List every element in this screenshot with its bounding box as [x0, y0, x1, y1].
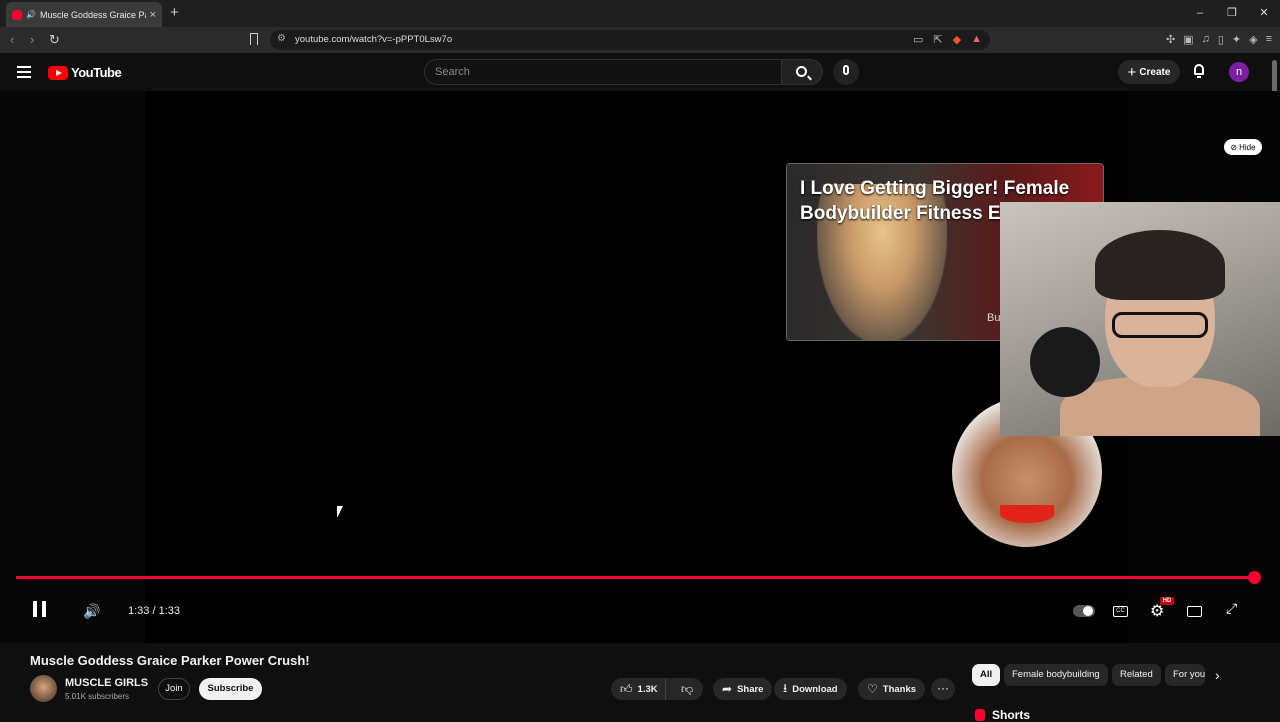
forward-icon[interactable]: › [30, 32, 34, 47]
leo-icon[interactable]: ✦ [1232, 33, 1241, 46]
progress-scrubber[interactable] [1248, 571, 1261, 584]
browser-tab-bar: 🔊 Muscle Goddess Graice Parker × + – ❐ ✕ [0, 0, 1280, 27]
account-avatar[interactable]: n [1229, 62, 1249, 82]
microphone-icon [843, 65, 849, 75]
thanks-icon: ♡ [867, 682, 878, 696]
chevron-right-icon[interactable]: › [1215, 667, 1220, 683]
channel-name[interactable]: MUSCLE GIRLS [65, 677, 148, 689]
chip-all[interactable]: All [972, 664, 1001, 686]
vpn-icon[interactable]: ◈ [1249, 33, 1257, 46]
endcard-corner-text: Bu [987, 312, 1001, 324]
progress-bar[interactable] [16, 576, 1254, 579]
close-tab-icon[interactable]: × [150, 9, 156, 21]
chip-female-bodybuilding[interactable]: Female bodybuilding [1004, 664, 1108, 686]
search-placeholder: Search [435, 66, 470, 78]
share-icon: ➦ [722, 682, 733, 696]
fullscreen-icon[interactable]: ⤢ [1226, 600, 1237, 618]
sidebar-icon[interactable]: ▯ [1218, 33, 1224, 46]
site-info-icon[interactable]: ⚙ [277, 33, 286, 44]
window-controls: – ❐ ✕ [1184, 0, 1280, 27]
subscriber-count: 5.01K subscribers [65, 692, 130, 701]
pause-button[interactable] [33, 601, 47, 617]
back-icon[interactable]: ‹ [10, 32, 14, 47]
youtube-play-icon [48, 65, 68, 80]
search-icon [796, 66, 807, 77]
hd-badge: HD [1160, 597, 1174, 605]
webcam-overlay [1000, 202, 1280, 436]
search-input[interactable]: Search [424, 59, 782, 85]
channel-avatar[interactable] [30, 675, 57, 702]
like-button[interactable]: 👍︎ 1.3K [611, 678, 667, 700]
youtube-favicon-icon [12, 9, 22, 20]
reload-icon[interactable]: ↻ [49, 32, 60, 48]
media-icon[interactable]: ♫ [1202, 33, 1210, 46]
tab-title: Muscle Goddess Graice Parker [39, 9, 146, 20]
shorts-icon [975, 709, 985, 721]
youtube-logo[interactable]: YouTube [48, 65, 122, 80]
download-button[interactable]: ⭳ Download [774, 678, 847, 700]
voice-search-button[interactable] [833, 59, 859, 85]
extensions-icon[interactable]: ✣ [1166, 33, 1175, 46]
chip-for-you[interactable]: For you [1165, 664, 1205, 686]
new-tab-button[interactable]: + [170, 4, 179, 21]
share-page-icon[interactable]: ⇱ [933, 33, 942, 46]
toolbar-icons: ✣ ▣ ♫ ▯ ✦ ◈ ≡ [1166, 33, 1272, 46]
subtitles-button[interactable]: CC [1113, 606, 1128, 617]
share-button[interactable]: ➦ Share [713, 678, 773, 700]
speaker-icon[interactable]: 🔊 [26, 10, 36, 19]
plus-icon: + [1127, 63, 1137, 81]
chip-related[interactable]: Related [1112, 664, 1161, 686]
thanks-button[interactable]: ♡ Thanks [858, 678, 926, 700]
video-title: Muscle Goddess Graice Parker Power Crush… [30, 653, 310, 668]
thumbs-up-icon: 👍︎ [620, 681, 633, 696]
download-icon: ⭳ [783, 680, 788, 695]
subscribe-button[interactable]: Subscribe [199, 678, 262, 700]
hide-endcards-button[interactable]: ⊘ Hide [1224, 139, 1262, 155]
eye-off-icon: ⊘ [1230, 142, 1238, 152]
create-button[interactable]: + Create [1118, 60, 1180, 84]
menu-icon[interactable]: ≡ [1266, 33, 1272, 46]
bookmark-icon[interactable] [250, 33, 258, 45]
hamburger-menu-icon[interactable] [17, 66, 31, 78]
thumbs-down-icon: 👎︎ [680, 681, 694, 696]
brave-rewards-icon[interactable]: ▲ [971, 33, 982, 46]
search-button[interactable] [781, 59, 823, 85]
restore-button[interactable]: ❐ [1216, 0, 1248, 27]
like-dislike-group: 👍︎ 1.3K 👎︎ [611, 678, 703, 700]
more-actions-button[interactable]: ··· [931, 678, 955, 700]
wallet-icon[interactable]: ▣ [1183, 33, 1193, 46]
miniplayer-button[interactable] [1187, 606, 1202, 617]
brave-shields-icon[interactable]: ◆ [953, 33, 961, 46]
youtube-header: YouTube Search + Create n [0, 53, 1280, 91]
autoplay-toggle[interactable] [1073, 605, 1095, 617]
mouse-cursor-icon [337, 506, 343, 518]
dislike-button[interactable]: 👎︎ [671, 682, 703, 697]
video-player[interactable]: ⊘ Hide I Love Getting Bigger! Female Bod… [0, 91, 1280, 643]
notifications-bell-icon[interactable] [1192, 63, 1206, 79]
browser-nav-bar: ‹ › ↻ ⚙ youtube.com/watch?v=-pPPT0Lsw7o … [0, 27, 1280, 53]
close-window-button[interactable]: ✕ [1248, 0, 1280, 27]
browser-tab[interactable]: 🔊 Muscle Goddess Graice Parker × [6, 2, 162, 27]
volume-icon[interactable]: 🔊 [83, 603, 100, 620]
player-side-left [0, 91, 145, 643]
minimize-button[interactable]: – [1184, 0, 1216, 27]
cast-icon[interactable]: ▭ [913, 33, 923, 46]
url-text: youtube.com/watch?v=-pPPT0Lsw7o [295, 34, 453, 45]
address-bar[interactable]: ⚙ youtube.com/watch?v=-pPPT0Lsw7o ▭ ⇱ ◆ … [270, 30, 990, 50]
join-button[interactable]: Join [158, 678, 190, 700]
time-display: 1:33 / 1:33 [128, 605, 180, 617]
